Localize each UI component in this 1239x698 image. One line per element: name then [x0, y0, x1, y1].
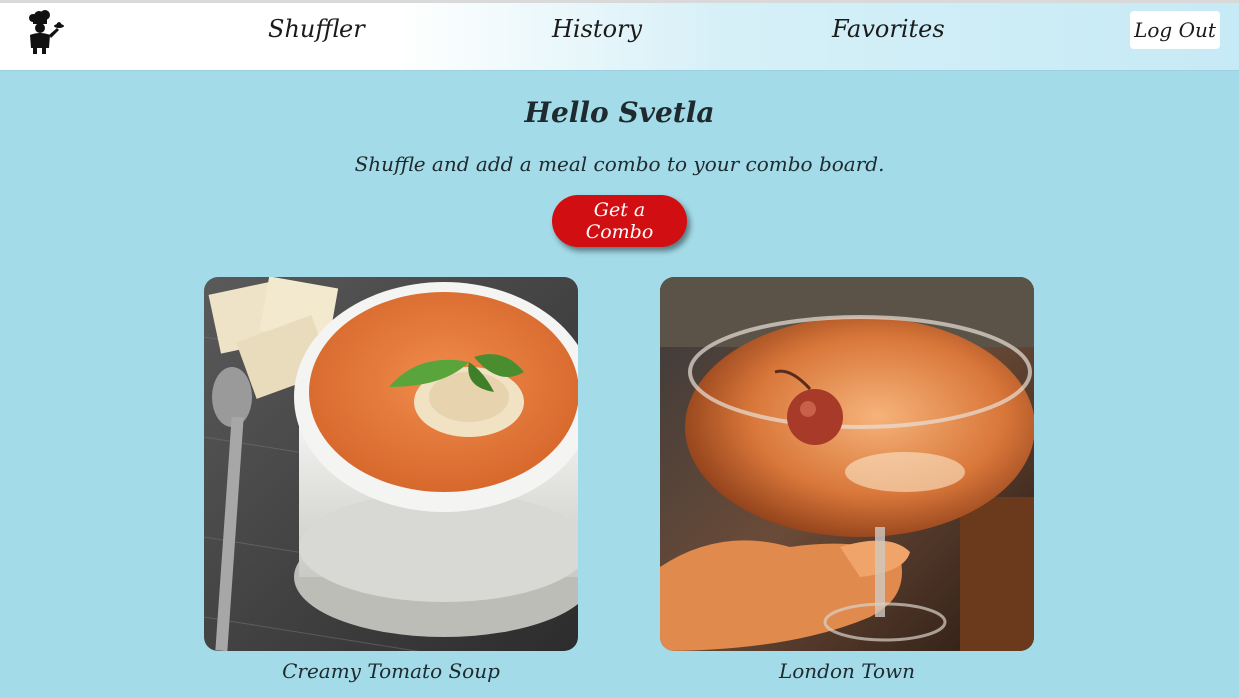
chef-icon[interactable]: [19, 8, 65, 54]
food-name: Creamy Tomato Soup: [282, 659, 500, 683]
drink-name: London Town: [778, 659, 916, 683]
combo-card-drink[interactable]: London Town: [660, 277, 1034, 683]
logout-button[interactable]: Log Out: [1130, 11, 1220, 49]
cocktail-photo[interactable]: [660, 277, 1034, 651]
tomato-soup-photo[interactable]: [204, 277, 578, 651]
navbar: Shuffler History Favorites Log Out: [0, 3, 1239, 71]
nav-link-shuffler[interactable]: Shuffler: [268, 15, 365, 43]
nav-link-history[interactable]: History: [552, 15, 642, 43]
greeting-heading: Hello Svetla: [524, 96, 715, 129]
nav-link-favorites[interactable]: Favorites: [832, 15, 945, 43]
get-combo-button[interactable]: Get a Combo: [552, 195, 687, 247]
combo-card-food[interactable]: Creamy Tomato Soup: [204, 277, 578, 683]
instructions-text: Shuffle and add a meal combo to your com…: [354, 152, 885, 176]
